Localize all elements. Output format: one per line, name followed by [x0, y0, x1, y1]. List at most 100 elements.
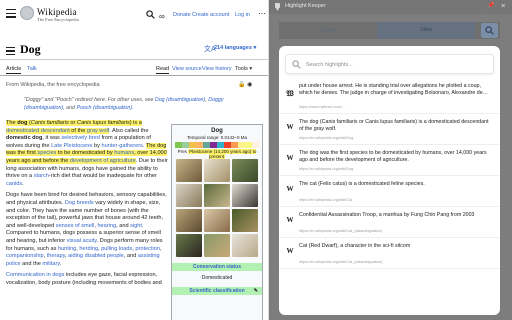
tab-sites[interactable]: Sites	[377, 22, 475, 39]
article-link[interactable]: hearing	[97, 223, 116, 229]
search-icon	[485, 26, 494, 35]
article-link[interactable]: development of agriculture	[69, 157, 136, 164]
article-link[interactable]: visual acuity	[67, 238, 97, 244]
article-link[interactable]: selectively bred	[61, 135, 100, 141]
wikipedia-wordmark[interactable]: Wikipedia	[37, 7, 77, 17]
article-text: dog	[17, 120, 28, 126]
login-link[interactable]: Log in	[235, 12, 250, 18]
dog-photo[interactable]	[176, 184, 202, 207]
article-link[interactable]: protection	[135, 246, 160, 252]
article-link[interactable]: Pooch (disambiguation)	[76, 105, 132, 111]
article-link[interactable]: pulling loads	[101, 246, 132, 252]
dog-photo[interactable]	[232, 234, 258, 257]
conservation-status-header[interactable]: Conservation status	[172, 263, 262, 271]
audio-icon[interactable]: ◉	[247, 82, 252, 88]
article-link[interactable]: hunter-gatherers	[102, 143, 143, 149]
tab-talk[interactable]: Talk	[27, 66, 37, 72]
keeper-tabs: Current Sites	[279, 22, 500, 39]
article-link[interactable]: Late Pleistocene	[51, 143, 92, 149]
dog-photo[interactable]	[176, 234, 202, 257]
article-link[interactable]: military	[42, 261, 59, 267]
highlight-item[interactable]: W The dog was the first species to be dom…	[279, 145, 500, 176]
highlight-item[interactable]: W The cat (Felis catus) is a domesticated…	[279, 176, 500, 207]
highlight-item[interactable]: 𝔚put under house arrest. He is standing …	[279, 80, 500, 114]
article-text: "Doggy" and "Pooch" redirect here. For o…	[24, 97, 155, 103]
dog-photo[interactable]	[232, 159, 258, 182]
highlight-item[interactable]: W The dog (Canis familiaris or Canis lupu…	[279, 114, 500, 145]
article-link[interactable]: domesticated descendant	[6, 127, 70, 134]
donate-link[interactable]: Donate	[173, 12, 191, 18]
dog-photo[interactable]	[204, 234, 230, 257]
highlight-source-url[interactable]: https://www.nytimes.com/…	[299, 105, 494, 109]
highlight-source-url[interactable]: https://en.wikipedia.org/wiki/Cat	[299, 198, 494, 202]
highlight-item[interactable]: W Cat (Red Dwarf), a character in the sci…	[279, 238, 500, 269]
highlight-keeper-sidepanel: Highlight Keeper 📌 × Current Sites 𝔚put …	[269, 0, 512, 320]
lead-paragraph: The dog (Canis familiaris or Canis lupus…	[6, 120, 168, 188]
highlights-list: 𝔚put under house arrest. He is standing …	[279, 80, 500, 269]
lock-icon[interactable]: 🔒	[238, 82, 245, 88]
article-link[interactable]: canids	[6, 181, 22, 187]
close-icon[interactable]: ×	[501, 1, 505, 10]
highlight-source-url[interactable]: https://en.wikipedia.org/wiki/Cat_(disam…	[299, 260, 494, 264]
dog-photo[interactable]	[204, 159, 230, 182]
dog-photo[interactable]	[232, 209, 258, 232]
wikipedia-globe-logo[interactable]	[20, 6, 34, 20]
highlight-source-url[interactable]: https://en.wikipedia.org/wiki/Dog	[299, 167, 494, 171]
tab-view-source[interactable]: View source	[172, 66, 202, 72]
dog-photo[interactable]	[232, 184, 258, 207]
tab-read[interactable]: Read	[156, 66, 170, 74]
search-icon[interactable]	[146, 10, 155, 19]
article-link[interactable]: aiding disabled people	[68, 253, 124, 259]
article-text: , and	[63, 105, 77, 111]
temporal-range: Temporal range: 0.0142–0 Ma	[186, 135, 248, 140]
article-text: ,	[159, 245, 162, 252]
reading-glasses-icon[interactable]: ∞	[159, 12, 165, 21]
article-link[interactable]: hunting	[58, 246, 76, 252]
article-text: to be domesticated by	[56, 150, 115, 157]
wikipedia-favicon-icon: W	[286, 247, 294, 255]
article-link[interactable]: companionship	[6, 253, 44, 259]
geologic-timeline[interactable]	[175, 142, 259, 148]
search-box[interactable]	[285, 54, 494, 74]
tab-view-history[interactable]: View history	[202, 66, 232, 72]
highlight-source-url[interactable]: https://en.wikipedia.org/wiki/Cat_(disam…	[299, 229, 494, 233]
create-account-link[interactable]: Create account	[192, 12, 229, 18]
tab-article[interactable]: Article	[6, 66, 22, 74]
highlight-text: put under house arrest. He is standing t…	[299, 83, 488, 97]
article-text: and the	[20, 260, 43, 267]
dog-photo[interactable]	[176, 209, 202, 232]
article-link[interactable]: Dog breeds	[65, 200, 94, 206]
article-link[interactable]: Communication in dogs	[6, 272, 64, 278]
pres-label: Pres	[177, 149, 187, 154]
dog-photo[interactable]	[204, 184, 230, 207]
second-paragraph: Dogs have been bred for desired behavior…	[6, 192, 168, 268]
dog-photo[interactable]	[204, 209, 230, 232]
scientific-classification-header[interactable]: Scientific classification ✎	[172, 287, 262, 295]
table-of-contents-icon[interactable]	[6, 47, 15, 55]
article-link[interactable]: humans	[114, 150, 135, 157]
main-menu-icon[interactable]	[6, 9, 16, 18]
tab-current[interactable]: Current	[279, 22, 377, 39]
languages-button[interactable]: 214 languages ▾	[214, 45, 256, 51]
tab-search-button[interactable]	[481, 23, 498, 38]
dog-photo[interactable]	[176, 159, 202, 182]
tools-label: Tools	[235, 66, 248, 72]
pin-icon[interactable]: 📌	[487, 2, 494, 9]
article-link[interactable]: sight	[130, 223, 142, 229]
article-link[interactable]: starch	[34, 173, 49, 179]
highlight-item[interactable]: W Confidential Assassination Troop, a man…	[279, 207, 500, 238]
more-options-icon[interactable]: ⋯	[258, 9, 266, 18]
article-link[interactable]: Dog (disambiguation)	[155, 97, 205, 103]
highlight-source-url[interactable]: https://en.wikipedia.org/wiki/Dog	[299, 136, 494, 140]
article-link[interactable]: gray wolf	[86, 127, 110, 134]
search-highlights-input[interactable]	[306, 59, 486, 70]
edit-pencil-icon[interactable]: ✎	[254, 287, 258, 295]
article-link[interactable]: therapy	[47, 253, 65, 259]
article-link[interactable]: senses of smell	[56, 223, 95, 229]
article-link[interactable]: species	[37, 150, 57, 157]
dog-photo-grid[interactable]	[176, 159, 258, 257]
tools-menu[interactable]: Tools ▾	[235, 66, 252, 72]
wikipedia-favicon-icon: W	[286, 123, 294, 131]
article-text: , and	[116, 222, 131, 229]
article-link[interactable]: herding	[79, 246, 98, 252]
